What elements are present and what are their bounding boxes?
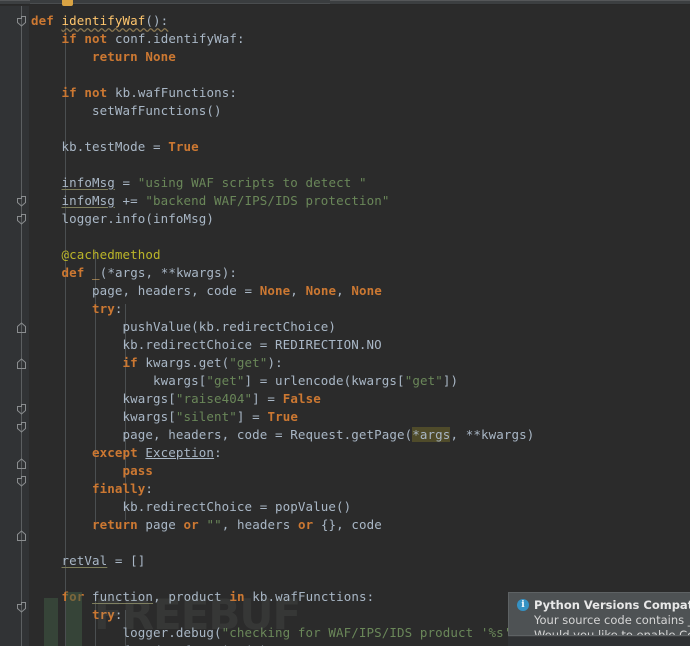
code-line[interactable]: retVal = [] xyxy=(31,552,146,570)
notification-body-line-1: Your source code contains __f xyxy=(534,613,690,627)
code-line[interactable]: infoMsg = "using WAF scripts to detect " xyxy=(31,174,367,192)
code-line[interactable]: page, headers, code = Request.getPage(*a… xyxy=(31,426,534,444)
code-line[interactable] xyxy=(31,66,39,84)
code-line[interactable]: setWafFunctions() xyxy=(31,102,222,120)
code-line[interactable] xyxy=(31,120,39,138)
code-line[interactable]: kwargs["raise404"] = False xyxy=(31,390,321,408)
code-line[interactable]: kwargs["get"] = urlencode(kwargs["get"]) xyxy=(31,372,458,390)
fold-marker-expand[interactable] xyxy=(16,322,27,333)
notification-title: Python Versions Compatibility xyxy=(534,598,690,612)
code-line[interactable]: infoMsg += "backend WAF/IPS/IDS protecti… xyxy=(31,192,390,210)
code-line[interactable] xyxy=(31,534,39,552)
code-line[interactable]: if not conf.identifyWaf: xyxy=(31,30,245,48)
code-line[interactable]: def _(*args, **kwargs): xyxy=(31,264,237,282)
code-text-area[interactable]: def identifyWaf(): if not conf.identifyW… xyxy=(31,6,690,646)
fold-marker-expand[interactable] xyxy=(16,530,27,541)
code-line[interactable]: return None xyxy=(31,48,176,66)
code-line[interactable]: pushValue(kb.redirectChoice) xyxy=(31,318,336,336)
fold-marker-collapse[interactable] xyxy=(16,404,27,415)
code-line[interactable]: kb.testMode = True xyxy=(31,138,199,156)
code-line[interactable]: if not kb.wafFunctions: xyxy=(31,84,237,102)
code-line[interactable] xyxy=(31,228,39,246)
notification-popup-footer xyxy=(508,636,690,646)
code-line[interactable]: return page or "", headers or {}, code xyxy=(31,516,382,534)
code-line[interactable]: try: xyxy=(31,300,123,318)
code-line[interactable]: pass xyxy=(31,462,153,480)
code-line[interactable]: def identifyWaf(): xyxy=(31,12,168,30)
fold-marker-collapse[interactable] xyxy=(16,214,27,225)
editor-gutter[interactable] xyxy=(0,6,30,646)
code-line[interactable]: kwargs["silent"] = True xyxy=(31,408,298,426)
fold-marker-expand[interactable] xyxy=(16,458,27,469)
code-line[interactable]: except Exception: xyxy=(31,444,222,462)
code-line[interactable]: page, headers, code = None, None, None xyxy=(31,282,382,300)
code-line[interactable] xyxy=(31,156,39,174)
code-line[interactable]: for function, product in kb.wafFunctions… xyxy=(31,588,375,606)
code-line[interactable]: if kwargs.get("get"): xyxy=(31,354,283,372)
code-line[interactable]: kb.redirectChoice = popValue() xyxy=(31,498,352,516)
fold-marker-expand[interactable] xyxy=(16,358,27,369)
notification-body-line-2: Would you like to enable Code xyxy=(534,628,690,636)
code-line[interactable] xyxy=(31,570,39,588)
code-line[interactable]: found = function(_) xyxy=(31,642,268,646)
fold-marker-collapse[interactable] xyxy=(16,476,27,487)
info-icon: i xyxy=(517,599,529,611)
code-line[interactable]: finally: xyxy=(31,480,153,498)
pycharm-editor-window: def identifyWaf(): if not conf.identifyW… xyxy=(0,0,690,646)
fold-marker-collapse[interactable] xyxy=(16,602,27,613)
code-line[interactable]: logger.info(infoMsg) xyxy=(31,210,214,228)
code-line[interactable]: try: xyxy=(31,606,123,624)
code-line[interactable]: kb.redirectChoice = REDIRECTION.NO xyxy=(31,336,382,354)
folded-region-strip xyxy=(30,0,330,4)
fold-marker-collapse[interactable] xyxy=(16,422,27,433)
notification-popup[interactable]: i Python Versions Compatibility Your sou… xyxy=(508,592,690,636)
code-line[interactable]: @cachedmethod xyxy=(31,246,161,264)
fold-marker-collapse[interactable] xyxy=(16,16,27,27)
fold-marker-collapse[interactable] xyxy=(16,196,27,207)
